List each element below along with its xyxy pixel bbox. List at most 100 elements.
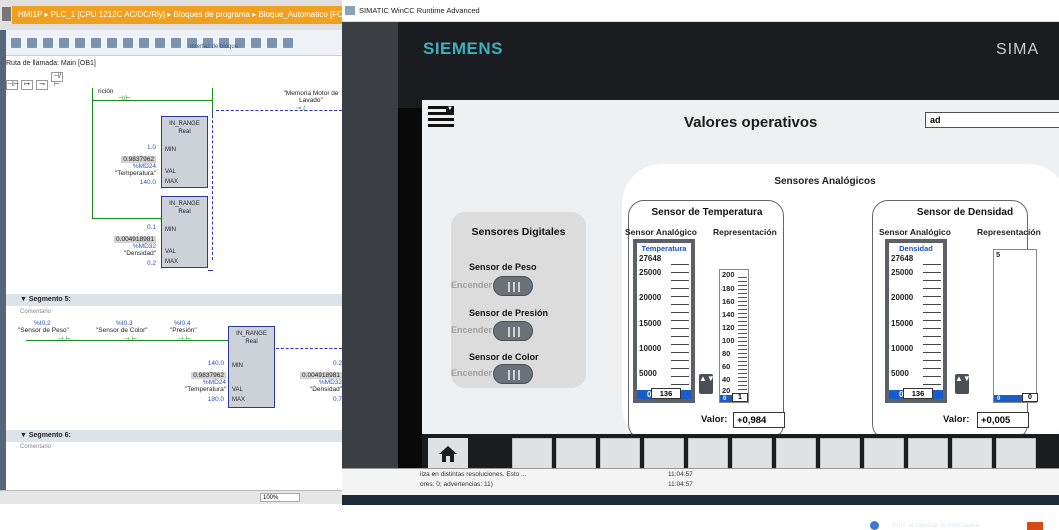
- max-value[interactable]: 0.2: [116, 260, 156, 267]
- temperature-stepper[interactable]: ▲▼: [699, 374, 715, 394]
- nav-button[interactable]: [776, 438, 816, 470]
- toolbar-icon[interactable]: [267, 38, 277, 48]
- contact[interactable]: ⊣ ⊢: [178, 335, 191, 343]
- toolbar-icon[interactable]: [75, 38, 85, 48]
- portal-view-icon[interactable]: [1027, 522, 1043, 530]
- nav-button[interactable]: [952, 438, 992, 470]
- toolbar-icon[interactable]: [251, 38, 261, 48]
- toggle-knob[interactable]: [493, 364, 533, 384]
- val-value[interactable]: 0.9837962: [156, 372, 226, 379]
- representation-column-header: Representación: [977, 227, 1041, 237]
- repr-tick: 20: [722, 386, 731, 395]
- weight-sensor-toggle[interactable]: Encender: [451, 276, 533, 296]
- in-range-block-2[interactable]: IN_RANGE Real MIN VAL MAX: [161, 196, 208, 268]
- nav-button[interactable]: [688, 438, 728, 470]
- temperature-analog-gauge: Temperatura 27648 25000 20000 15000 1000…: [633, 239, 695, 403]
- log-message[interactable]: ilza en distintas resoluciones. Esto ...: [420, 471, 527, 478]
- nav-button[interactable]: [820, 438, 860, 470]
- val-tag: "Densidad": [123, 250, 156, 257]
- repr-tick: 120: [722, 323, 735, 332]
- repr-value: 1: [732, 393, 748, 402]
- toolbar-icon[interactable]: [27, 38, 37, 48]
- breadcrumb[interactable]: HMI1P ▸ PLC_1 [CPU 1212C AC/DC/Rly] ▸ Bl…: [12, 6, 342, 24]
- toolbar-icon[interactable]: [123, 38, 133, 48]
- nc-contact[interactable]: ⊣/⊢: [118, 94, 131, 102]
- repr-value: 0: [1022, 393, 1038, 402]
- nav-button[interactable]: [600, 438, 640, 470]
- segment-6-header[interactable]: ▼ Segmento 6:: [6, 430, 342, 442]
- status-message[interactable]: Error al cambiar la contraseña: [892, 522, 979, 529]
- search-input[interactable]: ad: [925, 112, 1059, 128]
- repr-tick: 160: [722, 297, 735, 306]
- valor-label: Valor:: [943, 414, 970, 425]
- toolbar-icon[interactable]: [139, 38, 149, 48]
- nav-button[interactable]: [864, 438, 904, 470]
- min-value[interactable]: 1.0: [126, 144, 156, 151]
- segment-5-header[interactable]: ▼ Segmento 5:: [6, 294, 342, 306]
- min-value[interactable]: 140.0: [192, 360, 224, 367]
- interface-toggle[interactable]: Interfaz de bloque: [190, 44, 238, 50]
- contact[interactable]: ⊣ ⊢: [124, 335, 137, 343]
- min-value[interactable]: 0.2: [324, 360, 342, 367]
- nav-button[interactable]: [732, 438, 772, 470]
- toolbar-icon[interactable]: [155, 38, 165, 48]
- nav-button[interactable]: [996, 438, 1036, 470]
- tia-app-icon: [2, 7, 11, 21]
- temperature-value-field[interactable]: +0,984: [733, 412, 785, 428]
- pressure-sensor-toggle[interactable]: Encender: [451, 321, 533, 341]
- nav-button[interactable]: [644, 438, 684, 470]
- home-button[interactable]: [428, 438, 468, 470]
- val-tag: "Densidad": [309, 386, 342, 393]
- toolbar-icon[interactable]: [91, 38, 101, 48]
- pin-max: MAX: [165, 259, 179, 265]
- density-value-field[interactable]: +0,005: [977, 412, 1029, 428]
- density-analog-gauge: Densidad 27648 25000 20000 15000 10000 5…: [885, 239, 947, 403]
- representation-column-header: Representación: [713, 227, 777, 237]
- in-range-block-3[interactable]: IN_RANGE Real MIN VAL MAX: [228, 326, 275, 408]
- val-value[interactable]: 0.004918981: [86, 236, 156, 243]
- rung-wire-dashed: [208, 270, 213, 271]
- max-value[interactable]: 140.0: [116, 179, 156, 186]
- nc-contact-icon[interactable]: ⊣/⊢: [51, 72, 63, 88]
- gauge-value: 136: [903, 388, 933, 399]
- toolbar-icon[interactable]: [11, 38, 21, 48]
- tia-breadcrumb-bar: HMI1P ▸ PLC_1 [CPU 1212C AC/DC/Rly] ▸ Bl…: [0, 0, 342, 30]
- pin-val: VAL: [165, 249, 176, 255]
- nav-button[interactable]: [512, 438, 552, 470]
- toggle-knob[interactable]: [493, 276, 533, 296]
- pin-val: VAL: [232, 387, 243, 393]
- coil[interactable]: ⊸ (: [296, 104, 305, 112]
- runtime-title-bar[interactable]: SIMATIC WinCC Runtime Advanced: [342, 0, 1059, 22]
- sensor-label: Sensor de Color: [469, 352, 539, 362]
- in-range-block-1[interactable]: IN_RANGE Real MIN VAL MAX: [161, 116, 208, 188]
- max-value[interactable]: 0.7: [324, 396, 342, 403]
- nav-button[interactable]: [556, 438, 596, 470]
- rung-wire: [92, 88, 93, 218]
- zoom-select[interactable]: 100%: [260, 493, 300, 502]
- toolbar-icon[interactable]: [107, 38, 117, 48]
- horizontal-scrollbar[interactable]: 100%: [0, 490, 342, 504]
- gauge-tick: 25000: [891, 268, 914, 277]
- repr-scale: [738, 274, 747, 394]
- window-title: SIMATIC WinCC Runtime Advanced: [359, 6, 480, 15]
- segment-comment[interactable]: Comentario: [20, 309, 51, 315]
- menu-icon[interactable]: ▼: [428, 106, 454, 130]
- min-value[interactable]: 0.1: [126, 224, 156, 231]
- log-message[interactable]: ores: 0; advertencias: 11): [420, 481, 493, 488]
- operating-values-panel: ▼ Valores operativos ad Sensores Digital…: [422, 100, 1059, 446]
- toggle-knob[interactable]: [493, 321, 533, 341]
- max-value[interactable]: 180.0: [186, 396, 224, 403]
- toolbar-icon[interactable]: [171, 38, 181, 48]
- val-value[interactable]: 0.004918981: [276, 372, 342, 379]
- density-stepper[interactable]: ▲▼: [955, 374, 971, 394]
- repr-tick: 180: [722, 284, 735, 293]
- color-sensor-toggle[interactable]: Encender: [451, 364, 533, 384]
- repr-tick: 5: [996, 250, 1001, 259]
- toolbar-icon[interactable]: [59, 38, 69, 48]
- contact[interactable]: ⊣ ⊢: [58, 335, 71, 343]
- toolbar-icon[interactable]: [283, 38, 293, 48]
- val-value[interactable]: 0.9837962: [86, 156, 156, 163]
- segment-comment[interactable]: Comentario: [20, 444, 51, 450]
- toolbar-icon[interactable]: [43, 38, 53, 48]
- nav-button[interactable]: [908, 438, 948, 470]
